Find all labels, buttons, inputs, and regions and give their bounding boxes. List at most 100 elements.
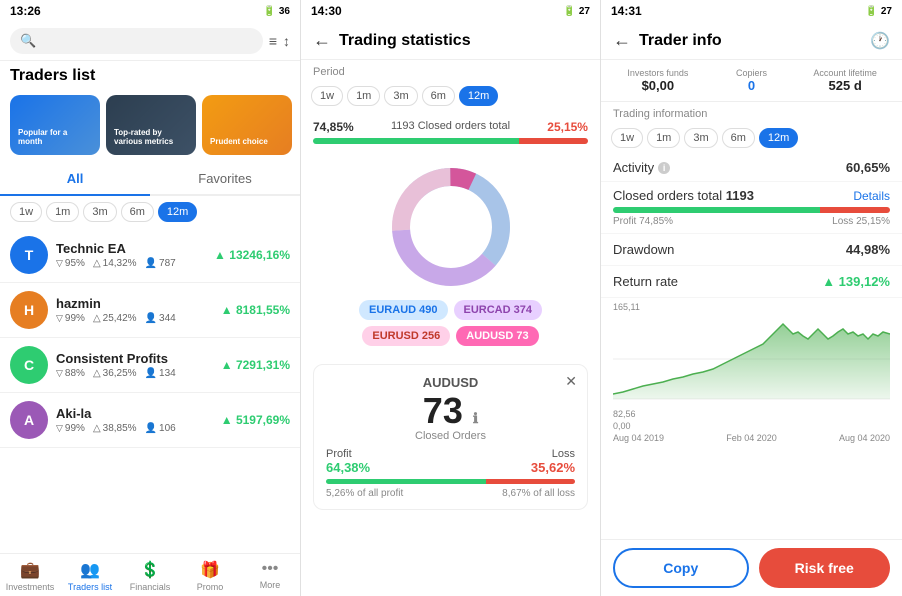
trader-item-0[interactable]: T Technic EA ▽95% △14,32% 👤787 ▲ 13246,1… [0, 228, 300, 283]
time-1: 13:26 [10, 4, 41, 18]
followers-icon-2: 👤 [145, 368, 157, 379]
status-bar-2: 14:30 🔋 27 [301, 0, 600, 22]
info-header: ← Trader info 🕐 [601, 22, 902, 60]
chart-mid: 82,56 [613, 409, 636, 419]
card-pair: AUDUSD [326, 375, 575, 390]
trader-item-1[interactable]: H hazmin ▽99% △25,42% 👤344 ▲ 8181,55% [0, 283, 300, 338]
card-subtitle: Closed Orders [326, 430, 575, 442]
copiers-value: 0 [707, 78, 797, 93]
trader-stats-0: ▽95% △14,32% 👤787 [56, 258, 206, 269]
pill2-1w[interactable]: 1w [311, 86, 343, 106]
chart-bottom-label: 0,00 [613, 421, 890, 431]
trader-item-3[interactable]: A Aki-la ▽99% △38,85% 👤106 ▲ 5197,69% [0, 393, 300, 448]
avatar-consistent: C [10, 346, 48, 384]
details-link[interactable]: Details [853, 189, 890, 203]
tag-eurusd[interactable]: EURUSD 256 [362, 326, 450, 346]
audusd-card: ✕ AUDUSD 73 ℹ Closed Orders Profit 64,38… [313, 364, 588, 510]
funds-value: $0,00 [613, 78, 703, 93]
growth-icon-0: △ [93, 258, 101, 269]
tab-all[interactable]: All [0, 163, 150, 196]
trader-info-panel: 14:31 🔋 27 ← Trader info 🕐 Investors fun… [601, 0, 902, 596]
nav-traders-list[interactable]: 👥 Traders list [60, 560, 120, 592]
card-profit-bar [326, 479, 486, 484]
mini-chart [613, 314, 890, 404]
followers-icon-0: 👤 [145, 258, 157, 269]
pill-1m[interactable]: 1m [46, 202, 79, 222]
pill3-1w[interactable]: 1w [611, 128, 643, 148]
banner-prudent[interactable]: Prudent choice [202, 95, 292, 155]
status-icons-3: 🔋 27 [865, 6, 892, 17]
period-label-2: Period [301, 60, 600, 80]
card-bar [326, 479, 575, 484]
pill-1w[interactable]: 1w [10, 202, 42, 222]
search-bar: 🔍 ≡ ↕ [0, 22, 300, 61]
currency-tags: EURAUD 490 EURCAD 374 EURUSD 256 AUDUSD … [313, 300, 588, 346]
growth-icon-1: △ [93, 313, 101, 324]
tab-favorites[interactable]: Favorites [150, 163, 300, 194]
drawdown-label: Drawdown [613, 242, 674, 257]
pill3-3m[interactable]: 3m [684, 128, 717, 148]
search-icon: 🔍 [20, 33, 36, 49]
trader-item-2[interactable]: C Consistent Profits ▽88% △36,25% 👤134 ▲… [0, 338, 300, 393]
filter-icon-1[interactable]: ≡ [269, 33, 277, 49]
donut-section: EURAUD 490 EURCAD 374 EURUSD 256 AUDUSD … [301, 152, 600, 356]
time-2: 14:30 [311, 4, 342, 18]
back-button-stats[interactable]: ← [313, 30, 331, 51]
trader-stats-1: ▽99% △25,42% 👤344 [56, 313, 213, 324]
loss-pct: 25,15% [547, 120, 588, 134]
banner-prudent-label: Prudent choice [210, 137, 268, 147]
pill2-1m[interactable]: 1m [347, 86, 380, 106]
period-pills-1: 1w 1m 3m 6m 12m [0, 196, 300, 228]
traders-tabs: All Favorites [0, 163, 300, 196]
stats-progress-section: 74,85% 1193 Closed orders total 25,15% [301, 112, 600, 152]
status-icons-2: 🔋 27 [563, 6, 590, 17]
risk-free-button[interactable]: Risk free [759, 548, 891, 588]
orders-row: Closed orders total 1193 Details Profit … [601, 182, 902, 234]
traders-list: T Technic EA ▽95% △14,32% 👤787 ▲ 13246,1… [0, 228, 300, 553]
pill2-12m[interactable]: 12m [459, 86, 498, 106]
orders-loss-label: Loss 25,15% [832, 216, 890, 227]
info-stat-copiers: Copiers 0 [707, 68, 797, 93]
battery-level-1: 36 [279, 6, 290, 17]
sort-icon[interactable]: ↕ [283, 33, 290, 49]
tag-euraud[interactable]: EURAUD 490 [359, 300, 447, 320]
banner-top-rated[interactable]: Top-rated by various metrics [106, 95, 196, 155]
nav-more[interactable]: ••• More [240, 560, 300, 592]
trader-info-akila: Aki-la ▽99% △38,85% 👤106 [56, 406, 213, 434]
closed-orders-label: 1193 Closed orders total [391, 120, 510, 134]
pill3-12m[interactable]: 12m [759, 128, 798, 148]
nav-investments[interactable]: 💼 Investments [0, 560, 60, 592]
back-button-info[interactable]: ← [613, 30, 631, 51]
tag-eurcad[interactable]: EURCAD 374 [454, 300, 542, 320]
copiers-label: Copiers [707, 68, 797, 78]
orders-profit-label: Profit 74,85% [613, 216, 673, 227]
orders-loss-bar [820, 207, 890, 213]
banner-popular[interactable]: Popular for a month [10, 95, 100, 155]
pill3-6m[interactable]: 6m [722, 128, 755, 148]
orders-profit-bar [613, 207, 820, 213]
profit-label-card: Profit [326, 448, 370, 460]
pill-12m[interactable]: 12m [158, 202, 197, 222]
orders-sublabels: Profit 74,85% Loss 25,15% [613, 216, 890, 227]
info-stat-funds: Investors funds $0,00 [613, 68, 703, 93]
tag-audusd[interactable]: AUDUSD 73 [456, 326, 538, 346]
card-close-button[interactable]: ✕ [565, 373, 577, 390]
pill-3m[interactable]: 3m [83, 202, 116, 222]
more-icon: ••• [262, 560, 279, 578]
profit-bar [313, 138, 519, 144]
banner-popular-label: Popular for a month [18, 128, 92, 147]
pill-6m[interactable]: 6m [121, 202, 154, 222]
chart-x-2: Aug 04 2020 [839, 433, 890, 443]
profit-pct: 74,85% [313, 120, 354, 134]
search-field[interactable]: 🔍 [10, 28, 263, 54]
copy-button[interactable]: Copy [613, 548, 749, 588]
pill2-3m[interactable]: 3m [384, 86, 417, 106]
trading-stats-panel: 14:30 🔋 27 ← Trading statistics Period 1… [301, 0, 601, 596]
nav-promo[interactable]: 🎁 Promo [180, 560, 240, 592]
nav-financials[interactable]: 💲 Financials [120, 560, 180, 592]
pill3-1m[interactable]: 1m [647, 128, 680, 148]
section-title: Traders list [0, 61, 300, 87]
pill2-6m[interactable]: 6m [422, 86, 455, 106]
stats-header: ← Trading statistics [301, 22, 600, 60]
history-icon[interactable]: 🕐 [870, 31, 890, 51]
